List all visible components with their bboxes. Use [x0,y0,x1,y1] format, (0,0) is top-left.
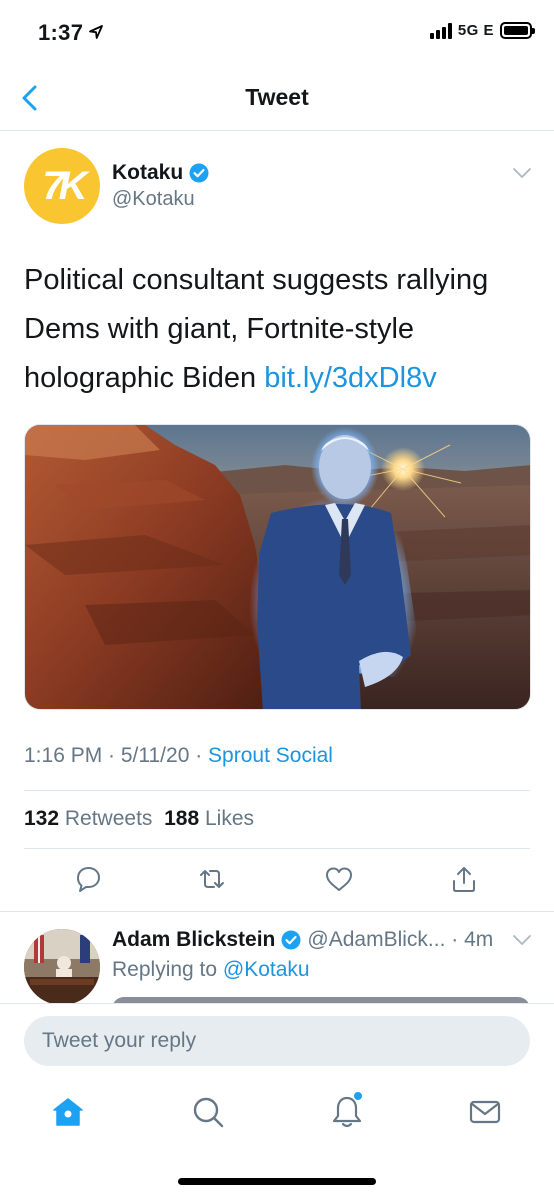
likes-count[interactable]: 188 [164,807,199,830]
status-indicators: 5G E [429,22,535,39]
page-title: Tweet [245,84,309,110]
author-name[interactable]: Kotaku [112,161,183,185]
verified-badge-icon [189,163,209,183]
reply-input[interactable]: Tweet your reply [24,1016,530,1066]
reply-author-handle[interactable]: @AdamBlick... · 4m [307,928,493,952]
tweet-image[interactable] [24,424,531,710]
reply-tweet[interactable]: Adam Blickstein @AdamBlick... · 4m Reply… [0,912,554,1004]
reply-avatar-image [24,929,100,1004]
location-arrow-icon [89,25,103,39]
tweet-actions [0,864,554,898]
home-icon[interactable] [50,1094,86,1130]
notification-dot [354,1092,362,1100]
tweet-text: Political consultant suggests rallying D… [24,256,534,403]
like-icon[interactable] [324,864,354,894]
likes-label[interactable]: Likes [199,807,254,830]
share-icon[interactable] [449,864,479,894]
chevron-down-icon[interactable] [512,167,532,179]
chevron-down-icon[interactable] [512,934,532,946]
divider [24,848,530,849]
battery-icon [500,22,535,39]
home-indicator[interactable] [178,1178,376,1185]
tweet-stats: 132 Retweets 188 Likes [24,807,254,831]
replying-prefix: Replying to [112,958,223,981]
retweets-count[interactable]: 132 [24,807,59,830]
tweet-meta: 1:16 PM · 5/11/20 · Sprout Social [24,744,333,768]
tweet-source[interactable]: Sprout Social [208,744,333,767]
tweet-timestamp: 1:16 PM · 5/11/20 · [24,744,209,767]
replying-to: Replying to @Kotaku [112,958,310,982]
reply-avatar[interactable] [24,929,100,1004]
tweet-link[interactable]: bit.ly/3dxDl8v [264,362,436,394]
author-name-row: Kotaku [112,161,209,185]
tab-bar [0,1080,554,1150]
reply-icon[interactable] [73,864,103,894]
retweets-label[interactable]: Retweets [59,807,153,830]
retweet-icon[interactable] [197,864,227,894]
status-time: 1:37 [38,20,84,45]
status-bar: 1:37 5G E [0,0,554,64]
author-handle[interactable]: @Kotaku [112,188,195,211]
reply-header: Adam Blickstein @AdamBlick... · 4m [112,928,493,952]
replying-to-handle[interactable]: @Kotaku [223,958,310,981]
reply-author-name[interactable]: Adam Blickstein [112,928,275,952]
tweet-image-art [25,425,530,709]
author-avatar[interactable]: 7K [24,148,100,224]
network-label: 5G E [457,22,494,39]
verified-badge-icon [281,930,301,950]
divider [24,790,530,791]
signal-icon [429,22,452,39]
reply-composer: Tweet your reply [0,1003,554,1078]
search-icon[interactable] [190,1094,226,1130]
messages-icon[interactable] [467,1094,503,1130]
nav-bar: Tweet [0,64,554,131]
